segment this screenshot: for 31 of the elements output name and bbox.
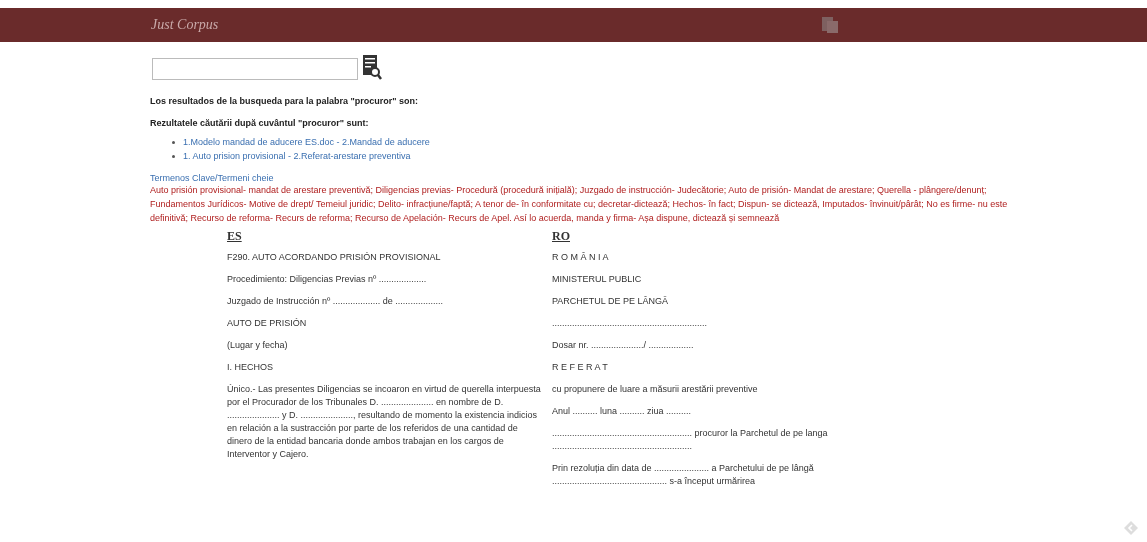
document-paragraph: Dosar nr. ...................../ ..................: [552, 339, 695, 352]
results-heading: Rezultatele căutării după cuvântul "procuror" sunt:: [150, 118, 370, 128]
document-paragraph: Anul .......... luna .......... ziua ..........: [552, 405, 693, 418]
document-paragraph: PARCHETUL DE PE LÂNGĂ: [552, 295, 670, 308]
keywords-text: Auto prisión provisional- mandat de arestare preventivă; Diligencias previas- Procedură (procedură inițială); Juzgado de instrucción- Judecătorie; Auto de prisión- Mandat de arestare; Querella - plângere/denunț; Fundamentos Jurídicos- Motive de drept/ Temeiul juridic; Delito- infracțiune/faptă; A tenor de- în conformitate cu; decretar-dictează; Hechos- în fact; Dispun- se dictează, Imputados- învinuit/pârât; No es firme- nu este definitivă; Recurso de reforma- Recurs de reforma; Recurso de Apelación- Recurs de Apel. Así lo acuerda, manda y firma- Așa dispune, dictează și semnează: [150, 184, 1009, 225]
document-paragraph: cu propunere de luare a măsurii arestării preventive: [552, 383, 759, 396]
bullet-icon: [172, 140, 175, 144]
document-icon[interactable]: [821, 16, 839, 34]
document-paragraph: Juzgado de Instrucción nº ................... de ...................: [227, 295, 444, 308]
arrow-icon[interactable]: [1123, 520, 1139, 536]
results-heading: Los resultados de la busqueda para la palabra "procuror" son:: [150, 96, 420, 106]
document-paragraph: F290. AUTO ACORDANDO PRISIÓN PROVISIONAL: [227, 251, 442, 264]
document-paragraph: ........................................................ procuror la Parchetul de pe langa ........................................................: [552, 427, 829, 453]
document-paragraph: R E F E R A T: [552, 361, 609, 374]
keywords-link[interactable]: Termenos Clave/Termeni cheie: [150, 173, 274, 183]
column-heading: ES: [227, 229, 243, 244]
bullet-icon: [172, 154, 175, 158]
document-paragraph: R O M Â N I A: [552, 251, 610, 264]
document-paragraph: Procedimiento: Diligencias Previas nº ...................: [227, 273, 428, 286]
search-document-icon[interactable]: [362, 54, 382, 80]
column-heading: RO: [552, 229, 571, 244]
document-paragraph: I. HECHOS: [227, 361, 274, 374]
document-paragraph: (Lugar y fecha): [227, 339, 289, 352]
document-paragraph: Prin rezoluția din data de ...................... a Parchetului de pe lângă .............................................. s-a început urmărirea: [552, 462, 815, 488]
search-field[interactable]: [152, 58, 358, 80]
result-link[interactable]: 1. Auto prision provisional - 2.Referat-arestare preventiva: [183, 151, 411, 161]
document-paragraph: ..............................................................: [552, 317, 709, 330]
document-paragraph: AUTO DE PRISIÓN: [227, 317, 308, 330]
document-paragraph: MINISTERUL PUBLIC: [552, 273, 643, 286]
result-link[interactable]: 1.Modelo mandad de aducere ES.doc - 2.Mandad de aducere: [183, 137, 430, 147]
document-paragraph: Único.- Las presentes Diligencias se incoaron en virtud de querella interpuesta por el Procurador de los Tribunales D. ..................... en nombre de D. ..................... y D. ....................., resultando de momento la existencia indicios en relación a la sustracción por parte de los referidos de una cantidad de dinero de la entidad bancaria donde ambos trabajan en los cargos de Interventor y Cajero.: [227, 383, 542, 461]
